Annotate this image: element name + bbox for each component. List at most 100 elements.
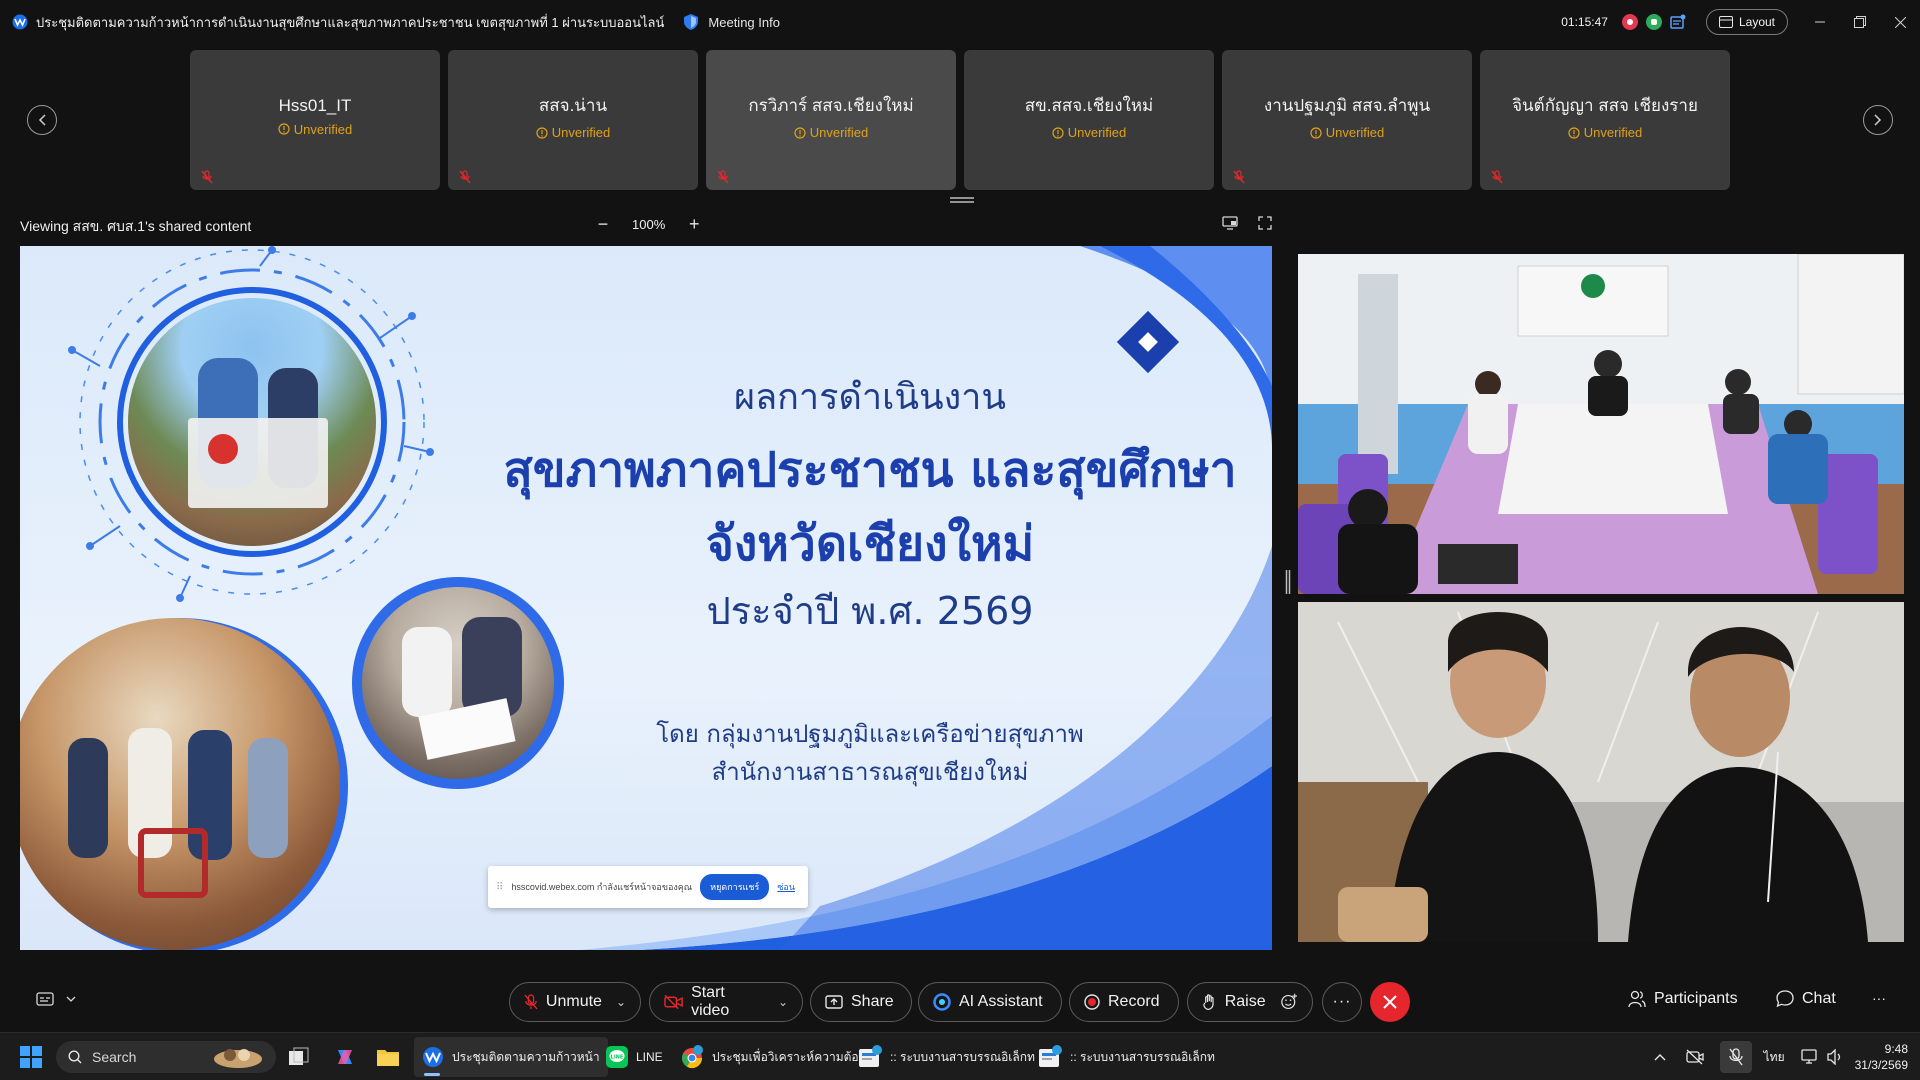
close-icon xyxy=(1894,16,1906,28)
slide-author-line2: สำนักงานสาธารณสุขเชียงใหม่ xyxy=(711,758,1029,786)
copilot-button[interactable] xyxy=(334,1033,356,1080)
reactions-icon[interactable] xyxy=(1280,992,1298,1012)
unmute-button[interactable]: Unmute ⌄ xyxy=(509,982,641,1022)
shield-icon xyxy=(684,14,699,30)
panel-resize-handle[interactable] xyxy=(1285,570,1291,594)
taskbar-app-label: ประชุมติดตามความก้าวหน้า xyxy=(452,1049,600,1064)
captions-button[interactable] xyxy=(36,992,76,1006)
hide-notification-link[interactable]: ซ่อน xyxy=(777,880,795,894)
participant-status-label: Unverified xyxy=(551,125,611,140)
chevron-down-icon[interactable]: ⌄ xyxy=(616,995,626,1009)
record-button[interactable]: Record xyxy=(1069,982,1179,1022)
document-app-icon xyxy=(859,1045,882,1067)
participant-status-label: Unverified xyxy=(1067,125,1127,140)
raise-hand-button[interactable]: Raise xyxy=(1187,982,1313,1022)
start-video-button[interactable]: Start video ⌄ xyxy=(649,982,803,1022)
unmute-label: Unmute xyxy=(545,993,602,1010)
participant-tile[interactable]: สข.สสจ.เชียงใหม่ Unverified xyxy=(964,50,1214,190)
title-bar: ประชุมติดตามความก้าวหน้าการดำเนินงานสุขศ… xyxy=(0,0,1920,44)
layout-label: Layout xyxy=(1738,15,1775,29)
input-language[interactable]: ไทย xyxy=(1764,1048,1785,1067)
strip-next-button[interactable] xyxy=(1863,105,1893,135)
participant-tile[interactable]: จินต์กัญญา สสจ เชียงราย Unverified xyxy=(1480,50,1730,190)
strip-prev-button[interactable] xyxy=(27,105,57,135)
warning-circle-icon xyxy=(1310,126,1322,139)
zoom-out-button[interactable]: − xyxy=(594,214,612,235)
taskbar-app-saraban[interactable]: :: ระบบงานสารบรรณอิเล็กท xyxy=(850,1037,1043,1077)
mic-muted-icon xyxy=(1491,170,1503,184)
taskbar-app-label: ประชุมเพื่อวิเคราะห์ความต้อง xyxy=(712,1049,865,1064)
participant-status-label: Unverified xyxy=(1583,125,1643,140)
leave-meeting-button[interactable] xyxy=(1370,982,1410,1022)
participant-strip: Hss01_IT Unverified สสจ.น่าน Unverified … xyxy=(0,50,1920,190)
attendee-list-icon[interactable] xyxy=(1670,14,1686,30)
screen-popout-icon[interactable] xyxy=(1222,216,1238,230)
minimize-button[interactable] xyxy=(1800,0,1840,44)
warning-circle-icon xyxy=(1052,126,1064,139)
clock-time: 9:48 xyxy=(1884,1042,1908,1056)
video-conference-room[interactable] xyxy=(1298,254,1904,594)
taskbar-app-saraban[interactable]: :: ระบบงานสารบรรณอิเล็กท xyxy=(1030,1037,1223,1077)
mic-muted-tray-button[interactable] xyxy=(1719,1041,1752,1073)
two-participants-scene xyxy=(1298,602,1904,942)
participant-tile[interactable]: งานปฐมภูมิ สสจ.ลำพูน Unverified xyxy=(1222,50,1472,190)
taskbar-app-chrome[interactable]: ประชุมเพื่อวิเคราะห์ความต้อง xyxy=(672,1037,872,1077)
share-tools xyxy=(1222,216,1272,230)
meeting-controls: Unmute ⌄ Start video ⌄ Share AI Assistan… xyxy=(0,978,1920,1026)
chrome-icon xyxy=(682,1045,703,1069)
photo-community-event xyxy=(128,298,376,546)
ai-assistant-button[interactable]: AI Assistant xyxy=(918,982,1062,1022)
chat-button[interactable]: Chat xyxy=(1776,990,1836,1008)
restore-button[interactable] xyxy=(1840,0,1880,44)
stop-sharing-button[interactable]: หยุดการแชร์ xyxy=(700,874,770,900)
fullscreen-icon[interactable] xyxy=(1258,216,1272,230)
participant-name: Hss01_IT xyxy=(278,95,352,115)
more-icon: ··· xyxy=(1332,993,1352,1010)
participant-tile[interactable]: กรวิภาร์ สสจ.เชียงใหม่ Unverified xyxy=(706,50,956,190)
mic-muted-icon xyxy=(717,170,729,184)
record-icon xyxy=(1084,994,1100,1010)
chat-icon xyxy=(1776,990,1794,1008)
strip-resize-handle[interactable] xyxy=(950,196,974,204)
participants-button[interactable]: Participants xyxy=(1628,990,1738,1008)
taskbar-search[interactable]: Search xyxy=(56,1041,276,1073)
zoom-level: 100% xyxy=(632,217,666,232)
participant-status: Unverified xyxy=(794,125,868,140)
chat-label: Chat xyxy=(1802,990,1836,1007)
document-app-icon xyxy=(1039,1045,1062,1067)
copilot-icon xyxy=(338,1050,352,1064)
folder-icon xyxy=(377,1050,399,1066)
participant-tile[interactable]: Hss01_IT Unverified xyxy=(190,50,440,190)
layout-button[interactable]: Layout xyxy=(1705,9,1788,35)
video-two-participants[interactable] xyxy=(1298,602,1904,942)
mic-muted-icon xyxy=(1728,1048,1743,1066)
participants-label: Participants xyxy=(1654,990,1738,1007)
taskbar-app-webex[interactable]: ประชุมติดตามความก้าวหน้า xyxy=(414,1037,608,1077)
task-view-button[interactable] xyxy=(288,1033,310,1080)
panel-more-button[interactable]: ··· xyxy=(1872,990,1886,1006)
line-app-icon: LINE xyxy=(606,1046,628,1068)
zoom-in-button[interactable]: + xyxy=(685,214,703,235)
network-icon[interactable] xyxy=(1800,1049,1819,1065)
photo-elderly-group xyxy=(20,618,340,950)
system-clock[interactable]: 9:48 31/3/2569 xyxy=(1855,1041,1908,1073)
more-options-button[interactable]: ··· xyxy=(1322,982,1362,1022)
chevron-down-icon[interactable]: ⌄ xyxy=(778,995,788,1009)
volume-icon[interactable] xyxy=(1826,1049,1845,1065)
participant-status: Unverified xyxy=(536,125,611,140)
taskbar-app-line[interactable]: LINE LINE xyxy=(598,1037,671,1077)
chevron-up-icon[interactable] xyxy=(1654,1053,1666,1061)
start-button[interactable] xyxy=(20,1033,42,1080)
share-button[interactable]: Share xyxy=(810,982,912,1022)
camera-off-icon[interactable] xyxy=(1685,1049,1704,1065)
layout-icon xyxy=(1718,16,1733,28)
chevron-left-icon xyxy=(38,114,46,126)
raise-label: Raise xyxy=(1224,993,1266,1010)
participant-tile[interactable]: สสจ.น่าน Unverified xyxy=(448,50,698,190)
close-window-button[interactable] xyxy=(1880,0,1920,44)
file-explorer-button[interactable] xyxy=(376,1033,400,1080)
participant-status-label: Unverified xyxy=(1325,125,1385,140)
participant-name: งานปฐมภูมิ สสจ.ลำพูน xyxy=(1263,96,1431,115)
meeting-info-button[interactable]: Meeting Info xyxy=(684,14,780,30)
slide-author-line1: โดย กลุ่มงานปฐมภูมิและเครือข่ายสุขภาพ xyxy=(656,720,1084,748)
